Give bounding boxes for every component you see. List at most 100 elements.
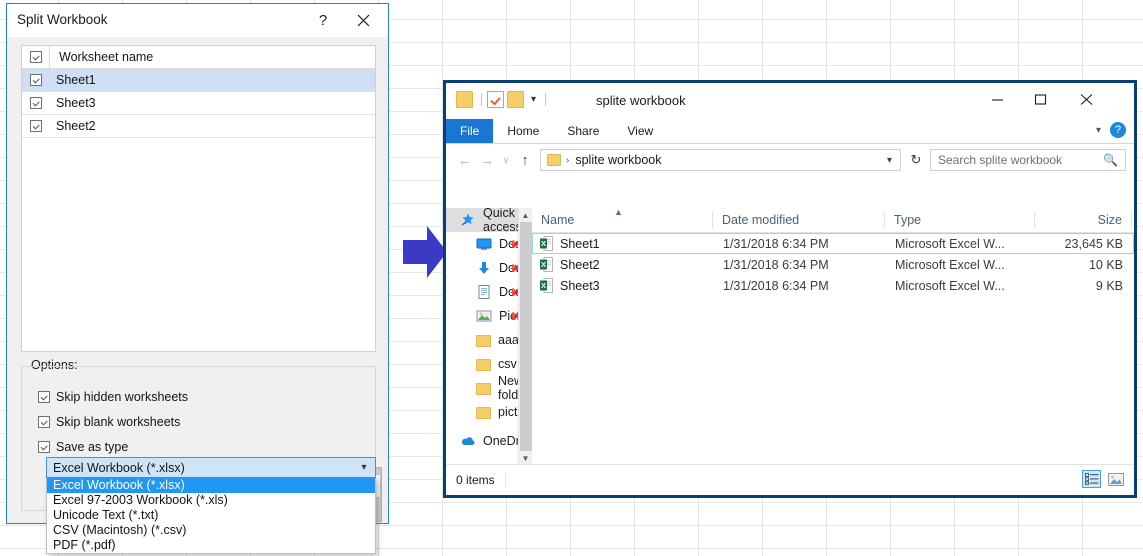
column-header-name[interactable]: Name ▲ bbox=[532, 207, 713, 232]
tab-file[interactable]: File bbox=[446, 119, 494, 143]
table-row[interactable]: X Sheet3 1/31/2018 6:34 PM Microsoft Exc… bbox=[532, 275, 1134, 296]
ribbon-tabstrip: File Home Share View ▾ ? bbox=[446, 119, 1134, 144]
maximize-button[interactable] bbox=[1019, 85, 1062, 113]
help-button[interactable]: ? bbox=[308, 8, 338, 33]
save-as-type-combobox[interactable]: Excel Workbook (*.xlsx) ▾ bbox=[46, 457, 376, 478]
file-type: Microsoft Excel W... bbox=[895, 236, 1005, 251]
refresh-button[interactable]: ↻ bbox=[905, 152, 927, 168]
file-date: 1/31/2018 6:34 PM bbox=[723, 236, 829, 251]
download-icon bbox=[476, 260, 492, 276]
save-as-type-checkbox[interactable] bbox=[38, 441, 50, 453]
file-name: Sheet2 bbox=[560, 257, 600, 272]
large-icons-view-icon bbox=[1107, 472, 1124, 486]
search-input[interactable]: Search splite workbook 🔍 bbox=[930, 149, 1126, 171]
save-as-type-dropdown-list[interactable]: Excel Workbook (*.xlsx) Excel 97-2003 Wo… bbox=[46, 478, 376, 554]
onedrive-icon bbox=[460, 433, 476, 449]
scroll-up-arrow-icon[interactable]: ▲ bbox=[519, 208, 532, 222]
item-count: 0 items bbox=[446, 473, 506, 487]
table-row[interactable]: X Sheet2 1/31/2018 6:34 PM Microsoft Exc… bbox=[532, 254, 1134, 275]
tab-view[interactable]: View bbox=[613, 119, 667, 143]
file-name-cell: X Sheet1 bbox=[533, 234, 714, 253]
svg-text:X: X bbox=[541, 239, 546, 248]
column-header-type[interactable]: Type bbox=[885, 208, 1035, 232]
up-button[interactable]: ↑ bbox=[514, 152, 536, 169]
skip-blank-worksheets-label: Skip blank worksheets bbox=[56, 415, 181, 429]
dropdown-option[interactable]: Unicode Text (*.txt) bbox=[47, 508, 375, 523]
breadcrumb-current-folder[interactable]: splite workbook bbox=[575, 153, 879, 167]
save-as-type-option[interactable]: Save as type bbox=[38, 440, 128, 454]
path-dropdown-chevron-icon[interactable]: ▾ bbox=[879, 155, 900, 166]
skip-blank-worksheets-checkbox[interactable] bbox=[38, 416, 50, 428]
excel-file-icon: X bbox=[540, 236, 553, 251]
file-size: 23,645 KB bbox=[1064, 236, 1123, 251]
navigation-pane: Quick access Desktop 📌 Downloads 📌 bbox=[446, 208, 532, 465]
path-breadcrumb[interactable]: › splite workbook ▾ bbox=[540, 149, 901, 171]
skip-hidden-worksheets-checkbox[interactable] bbox=[38, 391, 50, 403]
details-view-icon bbox=[1084, 473, 1098, 485]
worksheet-name-column-label: Worksheet name bbox=[59, 50, 154, 64]
explorer-close-button[interactable] bbox=[1065, 85, 1108, 113]
dropdown-option[interactable]: Excel 97-2003 Workbook (*.xls) bbox=[47, 493, 375, 508]
tab-share[interactable]: Share bbox=[553, 119, 613, 143]
skip-hidden-worksheets-option[interactable]: Skip hidden worksheets bbox=[38, 390, 188, 404]
details-view-button[interactable] bbox=[1082, 470, 1101, 488]
search-placeholder-text: Search splite workbook bbox=[938, 153, 1063, 167]
folder-icon[interactable] bbox=[456, 91, 473, 108]
table-row[interactable]: X Sheet1 1/31/2018 6:34 PM Microsoft Exc… bbox=[532, 233, 1134, 254]
explorer-titlebar: ▾ splite workbook bbox=[446, 83, 1134, 119]
scrollbar-thumb[interactable] bbox=[520, 222, 532, 465]
skip-blank-worksheets-option[interactable]: Skip blank worksheets bbox=[38, 415, 180, 429]
worksheet-row[interactable]: Sheet1 bbox=[22, 69, 375, 92]
excel-file-icon: X bbox=[540, 257, 553, 272]
worksheet-row[interactable]: Sheet2 bbox=[22, 115, 375, 138]
worksheet-checkbox[interactable] bbox=[30, 74, 42, 86]
worksheet-checkbox[interactable] bbox=[30, 120, 42, 132]
customize-toolbar-chevron-icon[interactable]: ▾ bbox=[531, 91, 536, 108]
folder-icon bbox=[476, 335, 491, 347]
folder-icon bbox=[476, 359, 491, 371]
sidebar-item-label: csv bbox=[498, 357, 517, 371]
forward-button[interactable]: → bbox=[476, 152, 498, 169]
worksheet-label: Sheet1 bbox=[56, 73, 96, 87]
view-buttons-group bbox=[1082, 470, 1125, 488]
sort-ascending-icon: ▲ bbox=[614, 207, 623, 217]
new-folder-icon[interactable] bbox=[507, 91, 524, 108]
navigation-scrollbar[interactable]: ▲ ▼ bbox=[518, 208, 532, 465]
ribbon-collapse-chevron-icon[interactable]: ▾ bbox=[1096, 125, 1101, 136]
status-bar: 0 items bbox=[446, 464, 1134, 495]
ribbon-help-button[interactable]: ? bbox=[1110, 122, 1126, 138]
close-button[interactable] bbox=[348, 8, 378, 33]
worksheet-list-header[interactable]: Worksheet name bbox=[22, 46, 375, 69]
properties-icon[interactable] bbox=[487, 91, 504, 108]
scroll-down-arrow-icon[interactable]: ▼ bbox=[519, 451, 532, 465]
column-header-date-modified[interactable]: Date modified bbox=[713, 208, 885, 232]
tab-home[interactable]: Home bbox=[493, 119, 553, 143]
folder-icon bbox=[476, 407, 491, 419]
dropdown-option[interactable]: Excel Workbook (*.xlsx) bbox=[47, 478, 375, 493]
file-type: Microsoft Excel W... bbox=[895, 257, 1005, 272]
excel-file-icon: X bbox=[540, 278, 553, 293]
dialog-title: Split Workbook bbox=[17, 12, 108, 27]
explorer-window-title: splite workbook bbox=[596, 93, 686, 108]
dropdown-option[interactable]: CSV (Macintosh) (*.csv) bbox=[47, 523, 375, 538]
dropdown-option[interactable]: PDF (*.pdf) bbox=[47, 538, 375, 553]
chevron-down-icon[interactable]: ▾ bbox=[353, 462, 375, 473]
back-button[interactable]: ← bbox=[454, 152, 476, 169]
worksheet-checkbox-cell[interactable] bbox=[22, 74, 50, 86]
folder-icon bbox=[547, 154, 561, 166]
close-icon bbox=[1080, 93, 1093, 105]
select-all-checkbox[interactable] bbox=[29, 51, 42, 63]
worksheet-checkbox[interactable] bbox=[30, 97, 42, 109]
worksheet-row[interactable]: Sheet3 bbox=[22, 92, 375, 115]
search-icon[interactable]: 🔍 bbox=[1103, 153, 1125, 167]
large-icons-view-button[interactable] bbox=[1106, 470, 1125, 488]
worksheet-list[interactable]: Worksheet name Sheet1 Sheet3 Sheet2 bbox=[21, 45, 376, 352]
recent-locations-button[interactable]: ∨ bbox=[498, 155, 514, 166]
column-header-size[interactable]: Size bbox=[1035, 208, 1132, 232]
worksheet-label: Sheet3 bbox=[56, 96, 96, 110]
minimize-button[interactable] bbox=[976, 85, 1019, 113]
select-all-checkbox-cell[interactable] bbox=[22, 46, 50, 68]
close-icon bbox=[357, 14, 369, 27]
worksheet-checkbox-cell[interactable] bbox=[22, 97, 50, 109]
worksheet-checkbox-cell[interactable] bbox=[22, 120, 50, 132]
